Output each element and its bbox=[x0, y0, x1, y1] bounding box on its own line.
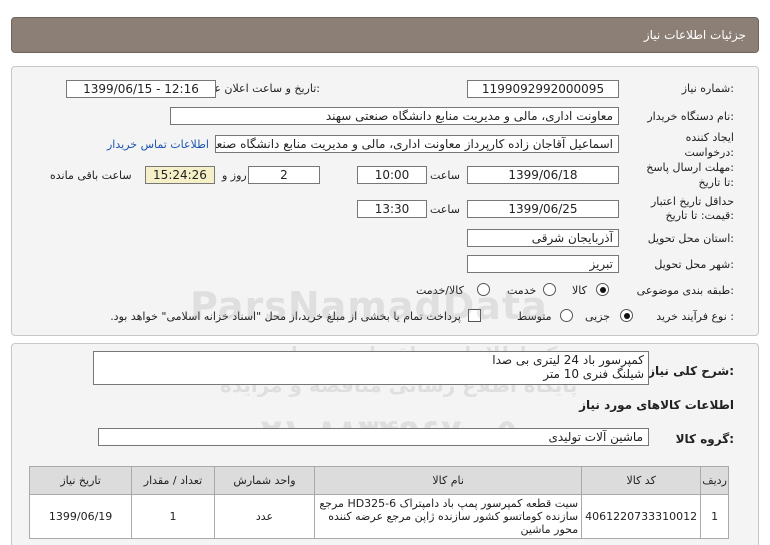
treasury-payment-checkbox[interactable] bbox=[468, 309, 481, 322]
treasury-payment-note: پرداخت تمام یا بخشی از مبلغ خرید،از محل … bbox=[110, 310, 461, 323]
table-row[interactable]: 1 4061220733310012 سیت قطعه کمپرسور پمپ … bbox=[28, 494, 729, 539]
col-header-date: تاریخ نیاز bbox=[28, 466, 133, 495]
deadline-label: مهلت ارسال پاسخ: bbox=[646, 161, 734, 174]
validity-label: حداقل تاریخ اعتبار bbox=[650, 195, 734, 208]
validity-time-label: ساعت bbox=[430, 203, 460, 216]
category-goods-service-radio[interactable] bbox=[477, 283, 490, 296]
table-header-row: ردیف کد کالا نام کالا واحد شمارش تعداد /… bbox=[28, 466, 729, 495]
category-label: طبقه بندی موضوعی: bbox=[636, 284, 734, 297]
deadline-time-field: 10:00 bbox=[357, 166, 427, 184]
creator-label: ایجاد کننده bbox=[685, 131, 734, 144]
need-number-field: 1199092992000095 bbox=[467, 80, 619, 98]
creator-field: اسماعیل آقاجان زاده کارپرداز معاونت ادار… bbox=[215, 135, 619, 153]
cell-unit: عدد bbox=[213, 494, 316, 539]
city-label: شهر محل تحویل: bbox=[654, 258, 734, 271]
deadline-date-field: 1399/06/18 bbox=[467, 166, 619, 184]
announce-datetime-field: 1399/06/15 - 12:16 bbox=[66, 80, 216, 98]
remaining-label: ساعت باقی مانده bbox=[50, 169, 132, 182]
days-remaining-field: 2 bbox=[248, 166, 320, 184]
goods-group-field: ماشین آلات تولیدی bbox=[98, 428, 649, 446]
description-line-1: کمپرسور باد 24 لیتری بی صدا bbox=[492, 353, 644, 367]
province-field: آذربایجان شرقی bbox=[467, 229, 619, 247]
buyer-contact-link[interactable]: اطلاعات تماس خریدار bbox=[107, 138, 209, 151]
province-label: استان محل تحویل: bbox=[647, 232, 734, 245]
col-header-qty: تعداد / مقدار bbox=[131, 466, 215, 495]
col-header-name: نام کالا bbox=[314, 466, 583, 495]
buyer-label: نام دستگاه خریدار: bbox=[647, 110, 734, 123]
buyer-field: معاونت اداری، مالی و مدیریت منابع دانشگا… bbox=[170, 107, 619, 125]
description-line-2: شیلنگ فنری 10 متر bbox=[543, 367, 644, 381]
need-number-label: شماره نیاز: bbox=[681, 82, 734, 95]
creator-label-2: درخواست: bbox=[684, 146, 735, 159]
category-service-radio[interactable] bbox=[543, 283, 556, 296]
cell-need-date: 1399/06/19 bbox=[28, 494, 133, 539]
category-goods-label: کالا bbox=[572, 284, 587, 297]
description-field: کمپرسور باد 24 لیتری بی صدا شیلنگ فنری 1… bbox=[93, 351, 649, 385]
cell-quantity: 1 bbox=[131, 494, 215, 539]
category-goods-radio[interactable] bbox=[596, 283, 609, 296]
description-label: شرح کلی نیاز: bbox=[648, 364, 734, 378]
validity-time-field: 13:30 bbox=[357, 200, 427, 218]
validity-label-2: قیمت: تا تاریخ: bbox=[665, 209, 734, 222]
cell-row-number: 1 bbox=[700, 494, 729, 539]
goods-group-label: گروه کالا: bbox=[675, 432, 734, 446]
cell-goods-code: 4061220733310012 bbox=[581, 494, 702, 539]
goods-info-title: اطلاعات کالاهای مورد نیاز bbox=[579, 398, 734, 412]
validity-date-field: 1399/06/25 bbox=[467, 200, 619, 218]
category-service-label: خدمت bbox=[507, 284, 537, 297]
col-header-code: کد کالا bbox=[581, 466, 702, 495]
deadline-label-2: تا تاریخ: bbox=[698, 176, 734, 189]
remaining-time-field: 15:24:26 bbox=[145, 166, 215, 184]
col-header-unit: واحد شمارش bbox=[213, 466, 316, 495]
process-medium-label: متوسط bbox=[517, 310, 552, 323]
process-minor-radio[interactable] bbox=[620, 309, 633, 322]
process-label: نوع فرآیند خرید : bbox=[656, 310, 734, 323]
deadline-time-label: ساعت bbox=[430, 169, 460, 182]
city-field: تبریز bbox=[467, 255, 619, 273]
process-minor-label: جزیی bbox=[585, 310, 611, 323]
goods-table: ردیف کد کالا نام کالا واحد شمارش تعداد /… bbox=[28, 466, 729, 539]
category-goods-service-label: کالا/خدمت bbox=[416, 284, 464, 297]
page-header: جزئیات اطلاعات نیاز bbox=[11, 17, 759, 53]
days-label: روز و bbox=[222, 169, 247, 182]
cell-goods-name: سیت قطعه کمپرسور پمپ باد دامپتراک HD325-… bbox=[314, 494, 583, 539]
process-medium-radio[interactable] bbox=[560, 309, 573, 322]
page-title: جزئیات اطلاعات نیاز bbox=[643, 28, 746, 42]
col-header-row: ردیف bbox=[700, 466, 729, 495]
